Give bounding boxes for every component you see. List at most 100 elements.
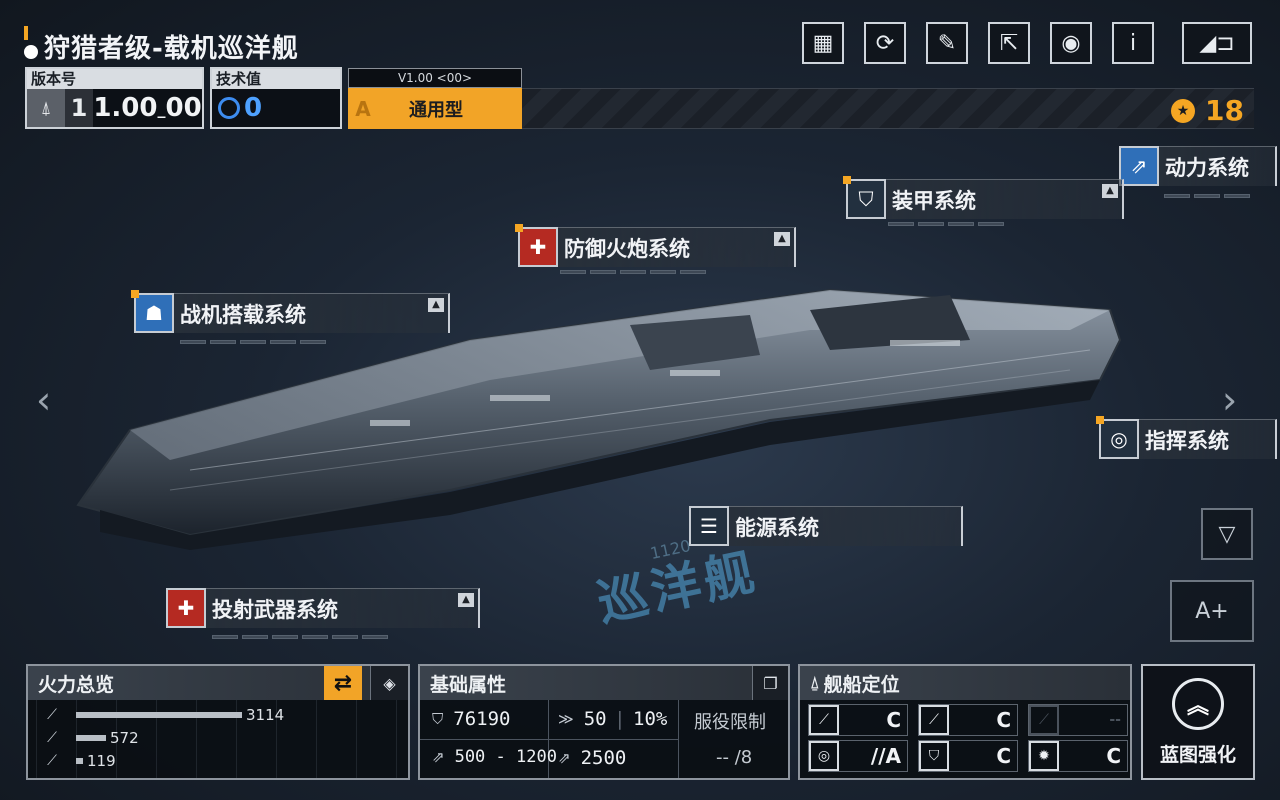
view-icon[interactable]: ◉ [1050, 22, 1092, 64]
module-defense-levels [560, 270, 706, 274]
info-icon[interactable]: i [1112, 22, 1154, 64]
type-name: 通用型 [409, 99, 463, 121]
role-defense[interactable]: ⛉ C [918, 740, 1018, 772]
top-toolbar: ▦ ⟳ ✎ ⇱ ◉ i ◢⊐ [802, 22, 1252, 64]
role-grade-3: -- [1109, 712, 1121, 728]
module-fighter-label: 战机搭载系统 [180, 302, 306, 327]
warp-stat: ⇗ 2500 [558, 747, 626, 769]
warp-icon: ⇗ [558, 749, 571, 767]
firepower-title: 火力总览 [38, 673, 115, 696]
module-projectile-levels [212, 635, 388, 639]
role-utility[interactable]: ✹ C [1028, 740, 1128, 772]
module-projectile[interactable]: ✚ 投射武器系统 ▲ [166, 588, 480, 628]
back-icon[interactable]: ◢⊐ [1182, 22, 1252, 64]
anti-air-icon: ⟋ [47, 730, 57, 746]
armor-upgrade-icon: ▲ [1102, 184, 1118, 198]
module-fighter-levels [180, 340, 326, 344]
gun-icon: ✚ [515, 224, 558, 267]
service-label: 服役限制 [694, 712, 766, 733]
power-icon: ⇗ [1119, 146, 1159, 186]
armor-percent: 10% [633, 708, 668, 730]
role-anti-air[interactable]: ⟋ C [918, 704, 1018, 736]
fire-value-1: 3114 [246, 706, 285, 724]
blueprint-upgrade-button[interactable]: ︽ 蓝图强化 [1141, 664, 1255, 780]
speed-icon: ⇗ [432, 748, 445, 766]
position-icon: ⍙ [810, 673, 820, 692]
role-siege[interactable]: ⟋ -- [1028, 704, 1128, 736]
layers-icon[interactable]: ◈ [370, 666, 408, 700]
armor-value: 50 [583, 708, 607, 730]
fire-bar-1 [76, 712, 242, 718]
type-version: V1.00 <00> [348, 68, 522, 88]
version-box: 版本号 ⍋ 1 1.00 _ 00 [25, 67, 204, 129]
attack-role-icon: ⟋ [809, 705, 839, 735]
refresh-icon[interactable]: ⟳ [864, 22, 906, 64]
expand-icon[interactable]: ❐ [752, 666, 788, 700]
hp-stat: ⛉ 76190 [432, 708, 510, 730]
share-icon[interactable]: ⇱ [988, 22, 1030, 64]
version-value: 1.00 _ 00 [93, 93, 202, 123]
module-armor-label: 装甲系统 [892, 188, 976, 213]
info-row: 版本号 ⍋ 1 1.00 _ 00 技术值 0 [25, 67, 348, 129]
armor-icon: ≫ [558, 710, 574, 728]
prev-ship-arrow[interactable]: ‹ [36, 378, 51, 422]
fighter-icon: ☗ [131, 290, 174, 333]
armor-stat: ≫ 50 | 10% [558, 708, 668, 730]
fire-bar-3 [76, 758, 83, 764]
role-grade-5: C [996, 744, 1011, 768]
command-icon: ◎ [1096, 416, 1139, 459]
tech-label: 技术值 [212, 69, 340, 89]
ship-title: 狩猎者级-载机巡洋舰 [44, 33, 299, 64]
defense-upgrade-icon: ▲ [774, 232, 790, 246]
ship-class-icon: ⍋ [27, 89, 65, 127]
module-defense-gun[interactable]: ✚ 防御火炮系统 ▲ [515, 224, 796, 267]
module-energy-label: 能源系统 [735, 515, 819, 540]
position-title: 舰船定位 [823, 673, 900, 696]
warp-value: 2500 [580, 747, 627, 769]
module-power[interactable]: ⇗ 动力系统 [1119, 146, 1277, 186]
role-support[interactable]: ◎ //A [808, 740, 908, 772]
module-command-label: 指挥系统 [1145, 428, 1229, 453]
fighter-upgrade-icon: ▲ [428, 298, 444, 312]
credits: ★ 18 [1171, 94, 1244, 127]
type-grade: A [355, 96, 371, 121]
module-armor[interactable]: ⛉ 装甲系统 ▲ [843, 176, 1124, 219]
tech-icon [218, 97, 240, 119]
pointer-dot [24, 45, 38, 59]
module-power-levels [1164, 194, 1250, 198]
hp-value: 76190 [453, 708, 511, 730]
projectile-upgrade-icon: ▲ [458, 593, 474, 607]
role-grade-1: C [886, 708, 901, 732]
anti-air-role-icon: ⟋ [919, 705, 949, 735]
add-blueprint-button[interactable]: A+ [1170, 580, 1254, 642]
upgrade-icon: ︽ [1172, 677, 1224, 730]
ship-type-box[interactable]: V1.00 <00> A 通用型 [348, 68, 522, 129]
version-level: 1 [65, 89, 93, 127]
defense-role-icon: ⛉ [919, 741, 949, 771]
fire-row-2: ⟋ 572 [28, 729, 139, 747]
upgrade-label: 蓝图强化 [1159, 743, 1236, 766]
swap-icon[interactable]: ⇄ [324, 666, 362, 700]
paint-icon[interactable]: ✎ [926, 22, 968, 64]
attack-icon: ⟋ [47, 707, 57, 723]
blueprint-icon[interactable]: ▦ [802, 22, 844, 64]
ship-title-area: 狩猎者级-载机巡洋舰 [24, 26, 299, 64]
module-power-label: 动力系统 [1165, 155, 1249, 180]
filter-triangle-button[interactable]: ▽ [1201, 508, 1253, 560]
module-command[interactable]: ◎ 指挥系统 [1096, 416, 1277, 459]
module-fighter[interactable]: ☗ 战机搭载系统 ▲ [131, 290, 450, 333]
shield-icon: ⛉ [843, 176, 886, 219]
module-energy[interactable]: ☰ 能源系统 [689, 506, 963, 546]
utility-role-icon: ✹ [1029, 741, 1059, 771]
fire-row-1: ⟋ 3114 [28, 706, 284, 724]
speed-value: 500 - 1200 [454, 747, 557, 767]
next-ship-arrow[interactable]: › [1222, 378, 1237, 422]
header-stripe [522, 88, 1254, 129]
role-grade-2: C [996, 708, 1011, 732]
missile-icon: ✚ [166, 588, 206, 628]
firepower-panel: 火力总览 ⇄ ◈ ⟋ 3114 ⟋ 572 ⟋ 119 [26, 664, 410, 780]
role-attack[interactable]: ⟋ C [808, 704, 908, 736]
fire-bar-2 [76, 735, 106, 741]
service-value: -- /8 [716, 747, 753, 768]
energy-icon: ☰ [689, 506, 729, 546]
